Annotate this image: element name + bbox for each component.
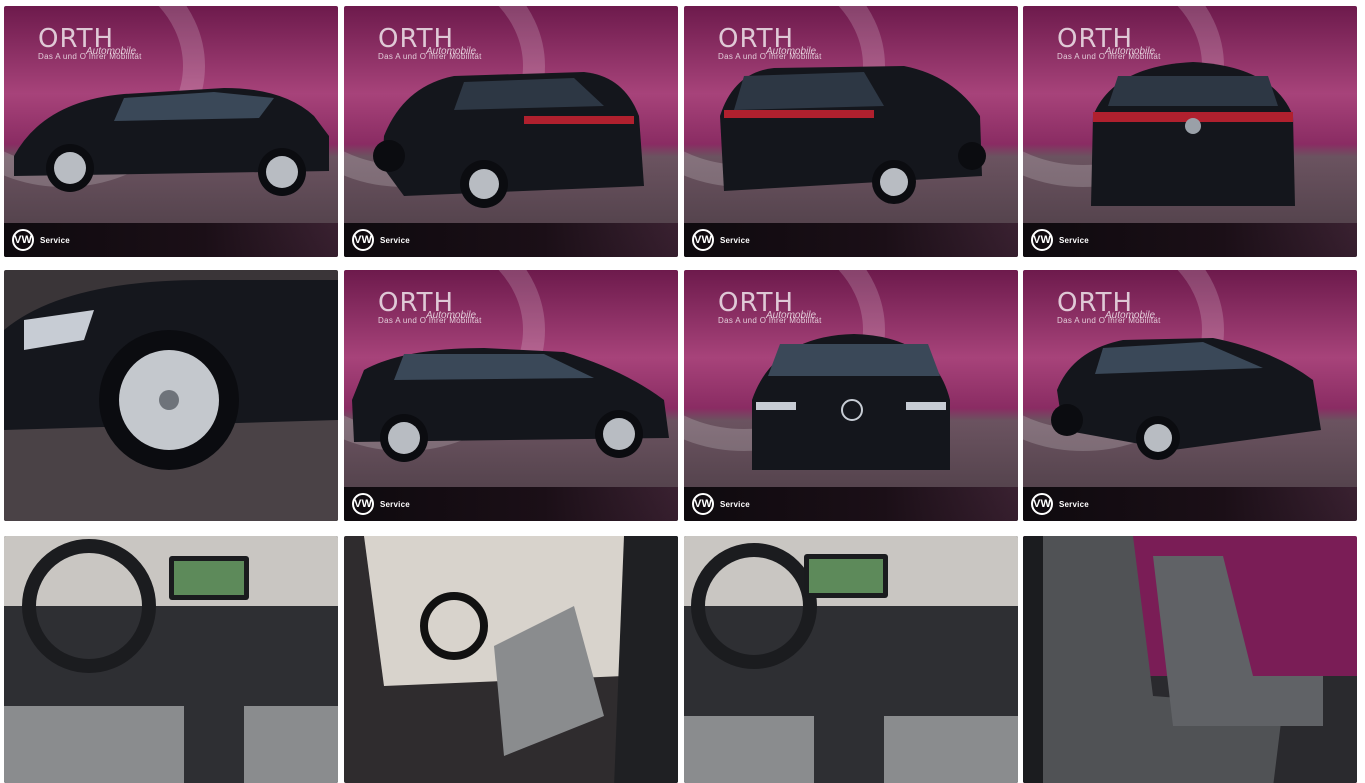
photo-wheel-detail[interactable] bbox=[4, 270, 338, 521]
wheel-detail-image bbox=[4, 270, 338, 521]
driver-door-image bbox=[344, 536, 678, 783]
dealer-logo: ORTH Automobile Das A und O Ihrer Mobili… bbox=[1057, 288, 1161, 325]
cockpit-image bbox=[4, 536, 338, 783]
photo-seats[interactable] bbox=[1023, 536, 1357, 783]
service-label: Service bbox=[720, 235, 750, 245]
service-label: Service bbox=[380, 499, 410, 509]
vw-logo-icon: VW bbox=[352, 229, 374, 251]
photo-cockpit[interactable] bbox=[4, 536, 338, 783]
service-banner: VW Service bbox=[344, 223, 678, 257]
service-banner: VW Service bbox=[344, 487, 678, 521]
vw-logo-icon: VW bbox=[352, 493, 374, 515]
vw-logo-icon: VW bbox=[692, 229, 714, 251]
service-label: Service bbox=[380, 235, 410, 245]
service-label: Service bbox=[720, 499, 750, 509]
vw-logo-icon: VW bbox=[1031, 229, 1053, 251]
photo-driver-door[interactable] bbox=[344, 536, 678, 783]
service-label: Service bbox=[1059, 235, 1089, 245]
service-label: Service bbox=[1059, 499, 1089, 509]
service-banner: VW Service bbox=[1023, 223, 1357, 257]
dealer-logo: ORTH Automobile Das A und O Ihrer Mobili… bbox=[378, 24, 482, 61]
service-banner: VW Service bbox=[684, 223, 1018, 257]
photo-cockpit-2[interactable] bbox=[684, 536, 1018, 783]
dealer-logo: ORTH Automobile Das A und O Ihrer Mobili… bbox=[718, 24, 822, 61]
dealer-logo: ORTH Automobile Das A und O Ihrer Mobili… bbox=[378, 288, 482, 325]
dealer-logo: ORTH Automobile Das A und O Ihrer Mobili… bbox=[718, 288, 822, 325]
photo-front-right[interactable]: ORTH Automobile Das A und O Ihrer Mobili… bbox=[1023, 270, 1357, 521]
photo-side-right[interactable]: ORTH Automobile Das A und O Ihrer Mobili… bbox=[344, 270, 678, 521]
photo-rear-right[interactable]: ORTH Automobile Das A und O Ihrer Mobili… bbox=[684, 6, 1018, 257]
vw-logo-icon: VW bbox=[12, 229, 34, 251]
photo-side-left[interactable]: ORTH Automobile Das A und O Ihrer Mobili… bbox=[4, 6, 338, 257]
cockpit-2-image bbox=[684, 536, 1018, 783]
dealer-logo: ORTH Automobile Das A und O Ihrer Mobili… bbox=[1057, 24, 1161, 61]
photo-gallery: ORTH Automobile Das A und O Ihrer Mobili… bbox=[0, 0, 1365, 783]
vw-logo-icon: VW bbox=[1031, 493, 1053, 515]
seats-image bbox=[1023, 536, 1357, 783]
vw-logo-icon: VW bbox=[692, 493, 714, 515]
service-banner: VW Service bbox=[4, 223, 338, 257]
service-banner: VW Service bbox=[1023, 487, 1357, 521]
photo-rear[interactable]: ORTH Automobile Das A und O Ihrer Mobili… bbox=[1023, 6, 1357, 257]
service-label: Service bbox=[40, 235, 70, 245]
dealer-logo: ORTH Automobile Das A und O Ihrer Mobili… bbox=[38, 24, 142, 61]
photo-rear-left[interactable]: ORTH Automobile Das A und O Ihrer Mobili… bbox=[344, 6, 678, 257]
photo-front[interactable]: ORTH Automobile Das A und O Ihrer Mobili… bbox=[684, 270, 1018, 521]
service-banner: VW Service bbox=[684, 487, 1018, 521]
